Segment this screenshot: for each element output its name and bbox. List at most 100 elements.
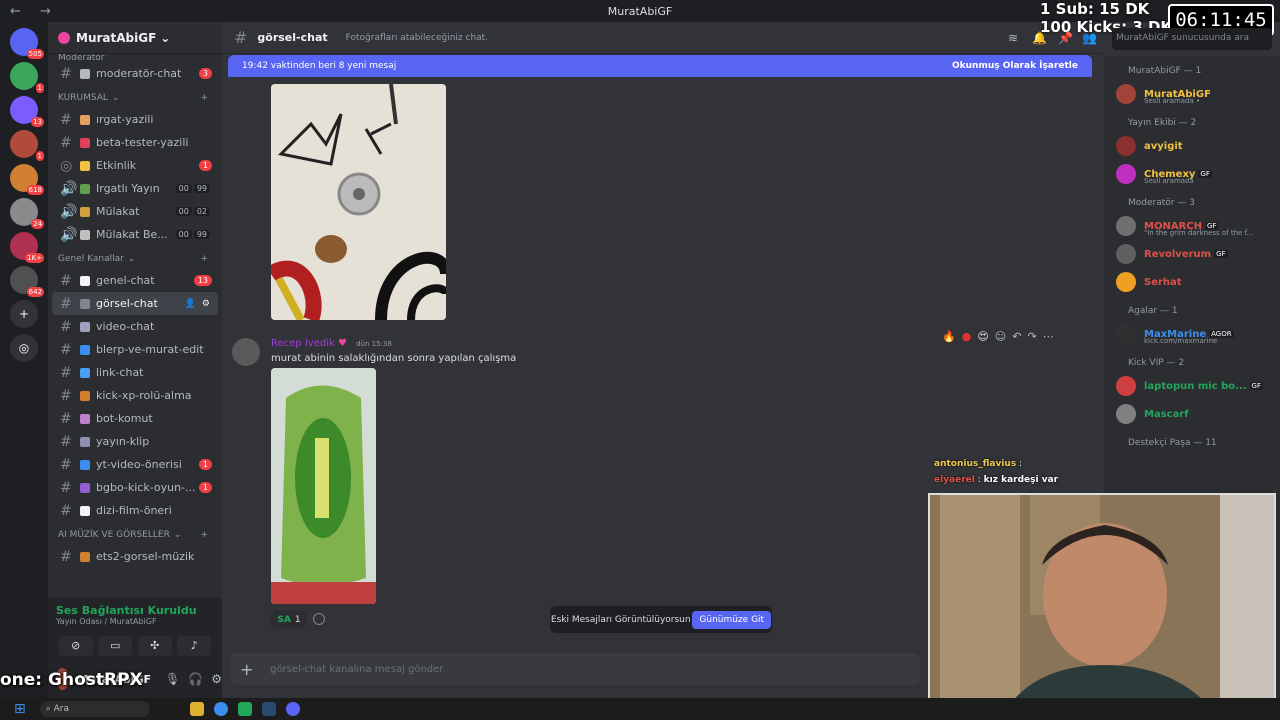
screen-share-icon[interactable]: ▭ xyxy=(98,636,133,656)
channel-item[interactable]: # görsel-chat 👤 ⚙ xyxy=(52,292,218,315)
server-icon[interactable]: 24 xyxy=(10,198,44,229)
server-badge: 24 xyxy=(31,219,44,229)
channel-item[interactable]: # bgbo-kick-oyun-... 1 xyxy=(48,476,222,499)
discord-icon[interactable] xyxy=(285,702,300,716)
server-icon[interactable]: 13 xyxy=(10,96,44,127)
member-item[interactable]: Serhat xyxy=(1104,268,1280,296)
channel-item[interactable]: # link-chat xyxy=(48,361,222,384)
channel-item[interactable]: # yt-video-önerisi 1 xyxy=(48,453,222,476)
category-header[interactable]: KURUMSAL ⌄ + xyxy=(48,88,222,108)
server-icon[interactable]: 1 xyxy=(10,130,44,161)
member-item[interactable]: MONARCH GF "In the grim darkness of the f.… xyxy=(1104,212,1280,240)
headphones-icon[interactable]: 🎧 xyxy=(188,672,203,686)
attachment-image-drawing[interactable] xyxy=(271,84,446,320)
mute-icon[interactable]: 🔔 xyxy=(1032,31,1047,45)
server-badge: 642 xyxy=(26,287,44,297)
search-input[interactable]: MuratAbiGF sunucusunda ara xyxy=(1112,28,1272,50)
mic-icon[interactable]: 🎙 xyxy=(165,672,180,686)
more-icon[interactable]: ⋯ xyxy=(1043,330,1054,343)
member-item[interactable]: MuratAbiGF Sesli aramada • xyxy=(1104,80,1280,108)
gear-icon[interactable]: ⚙ xyxy=(211,672,222,686)
jump-present-button[interactable]: Günümüze Git xyxy=(692,610,772,629)
member-item[interactable]: Chemexy GF Sesli aramada xyxy=(1104,160,1280,188)
server-icon[interactable]: 1 xyxy=(10,62,44,93)
avatar[interactable] xyxy=(232,338,260,366)
invite-icon[interactable]: 👤 xyxy=(185,299,196,309)
channel-item[interactable]: # beta-tester-yazili xyxy=(48,131,222,154)
member-item[interactable]: avyigit xyxy=(1104,132,1280,160)
message-author[interactable]: Recep İvedik xyxy=(271,338,335,349)
chrome-icon[interactable] xyxy=(213,702,228,716)
gear-icon[interactable]: ⚙ xyxy=(202,299,210,309)
fire-reaction-icon[interactable]: 🔥 xyxy=(942,330,956,343)
add-channel-icon[interactable]: + xyxy=(200,530,208,540)
channel-label: link-chat xyxy=(96,366,144,379)
server-header[interactable]: MuratAbiGF ⌄ xyxy=(48,22,222,54)
channel-item[interactable]: 🔊 Irgatlı Yayın 00 99 xyxy=(48,177,222,200)
channel-label: bgbo-kick-oyun-... xyxy=(96,481,196,494)
pin-icon[interactable]: 📌 xyxy=(1058,31,1073,45)
member-item[interactable]: MaxMarine AGOR kick.com/maxmarine xyxy=(1104,320,1280,348)
members-icon[interactable]: 👥 xyxy=(1082,31,1097,45)
heart-eyes-reaction-icon[interactable]: 😍 xyxy=(977,330,988,343)
add-reaction-icon[interactable] xyxy=(313,613,325,625)
attachment-image-package[interactable] xyxy=(271,368,376,604)
channel-item[interactable]: 🔊 Mülakat 00 02 xyxy=(48,200,222,223)
message-composer[interactable]: + görsel-chat kanalına mesaj gönder xyxy=(230,653,920,685)
category-header[interactable]: Genel Kanallar ⌄ + xyxy=(48,249,222,269)
forward-icon[interactable]: ↷ xyxy=(1027,330,1036,343)
jump-to-present-bar: Eski Mesajları Görüntülüyorsun Günümüze … xyxy=(550,606,772,633)
channel-item[interactable]: # moderatör-chat 3 xyxy=(48,62,222,85)
channel-item[interactable]: # kick-xp-rolü-alma xyxy=(48,384,222,407)
server-icon[interactable]: 618 xyxy=(10,164,44,195)
channel-emoji-icon xyxy=(80,68,90,79)
reply-icon[interactable]: ↶ xyxy=(1012,330,1021,343)
activities-icon[interactable]: ✣ xyxy=(137,636,172,656)
channel-item[interactable]: # yayın-klip xyxy=(48,430,222,453)
category-header[interactable]: AI MÜZİK VE GÖRSELLER ⌄ + xyxy=(48,525,222,545)
channel-item[interactable]: # bot-komut xyxy=(48,407,222,430)
threads-icon[interactable]: ≋ xyxy=(1008,31,1018,45)
add-channel-icon[interactable]: + xyxy=(200,93,208,103)
server-badge: 1K+ xyxy=(25,253,44,263)
soundboard-icon[interactable]: ♪ xyxy=(177,636,212,656)
taskbar-search[interactable]: ⌕ Ara xyxy=(39,701,150,717)
avatar xyxy=(1116,216,1136,236)
server-icon[interactable]: 505 xyxy=(10,28,44,59)
add-channel-icon[interactable]: + xyxy=(200,254,208,264)
windows-start-icon[interactable]: ⊞ xyxy=(14,701,26,717)
channel-item[interactable]: # ırgat-yazili xyxy=(48,108,222,131)
channel-item[interactable]: # video-chat xyxy=(48,315,222,338)
message-input[interactable]: görsel-chat kanalına mesaj gönder xyxy=(270,664,443,675)
voice-status-title: Ses Bağlantısı Kuruldu xyxy=(56,604,197,617)
add-reaction-icon[interactable]: ☺ xyxy=(995,330,1006,343)
new-messages-bar[interactable]: 19:42 vaktinden beri 8 yeni mesaj Okunmu… xyxy=(228,55,1092,77)
member-name: Mascarf xyxy=(1144,408,1189,420)
server-icon[interactable]: 642 xyxy=(10,266,44,297)
channel-emoji-icon xyxy=(80,459,90,470)
channel-item[interactable]: # blerp-ve-murat-edit xyxy=(48,338,222,361)
camera-off-icon[interactable]: ⊘ xyxy=(58,636,93,656)
compass-icon[interactable]: ◎ xyxy=(10,334,38,362)
channel-label: görsel-chat xyxy=(96,297,158,310)
reaction-chip[interactable]: SA 1 xyxy=(271,611,307,628)
member-item[interactable]: Mascarf xyxy=(1104,400,1280,428)
steam-icon[interactable] xyxy=(261,702,276,716)
os-taskbar: ⊞ ⌕ Ara xyxy=(0,698,1280,720)
server-icon[interactable]: 1K+ xyxy=(10,232,44,263)
flag-reaction-icon[interactable]: ● xyxy=(962,330,972,343)
plus-icon[interactable]: + xyxy=(240,660,270,679)
hash-icon: # xyxy=(60,456,72,473)
channel-item[interactable]: # dizi-film-öneri xyxy=(48,499,222,522)
member-item[interactable]: laptopun mic bo... GF xyxy=(1104,372,1280,400)
app-icon[interactable] xyxy=(237,702,252,716)
mark-read-button[interactable]: Okunmuş Olarak İşaretle xyxy=(952,61,1078,71)
plus-icon[interactable]: + xyxy=(10,300,38,328)
channel-item[interactable]: 🔊 Mülakat Be... 00 99 xyxy=(48,223,222,246)
channel-item[interactable]: ◎ Etkinlik 1 xyxy=(48,154,222,177)
member-item[interactable]: Revolverum GF xyxy=(1104,240,1280,268)
file-explorer-icon[interactable] xyxy=(189,702,204,716)
category-header[interactable]: Moderatör xyxy=(48,54,222,62)
channel-item[interactable]: # genel-chat 13 xyxy=(48,269,222,292)
channel-item[interactable]: # ets2-gorsel-müzik xyxy=(48,545,222,568)
